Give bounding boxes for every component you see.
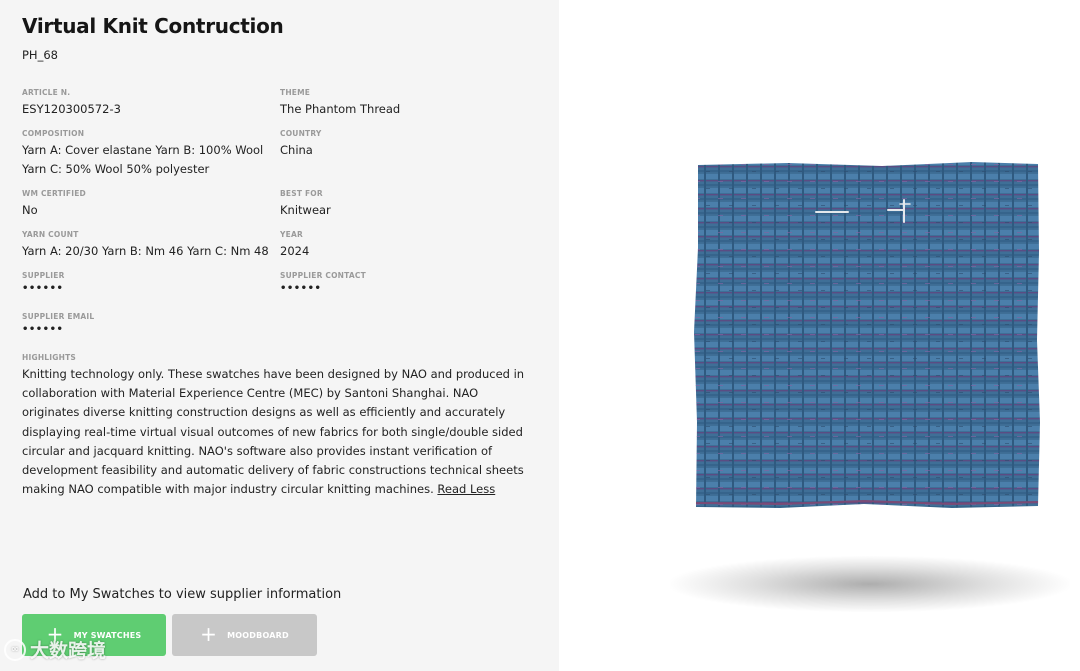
field-value: China	[280, 143, 313, 157]
highlights-body: Knitting technology only. These swatches…	[22, 367, 525, 497]
field-supplier: SUPPLIER ••••••	[22, 271, 65, 294]
field-label: YARN COUNT	[22, 230, 79, 239]
add-to-moodboard-button[interactable]: + MOODBOARD	[172, 614, 317, 656]
highlights-label: HIGHLIGHTS	[22, 353, 77, 362]
field-article: ARTICLE N. ESY120300572-3	[22, 88, 121, 119]
watermark: ∞ 大数跨境	[4, 636, 106, 663]
fabric-swatch-image	[694, 162, 1040, 508]
field-label: COUNTRY	[280, 129, 322, 138]
field-label: SUPPLIER EMAIL	[22, 312, 95, 321]
field-country: COUNTRY China	[280, 129, 322, 160]
field-theme: THEME The Phantom Thread	[280, 88, 400, 119]
supplier-info-prompt: Add to My Swatches to view supplier info…	[23, 587, 342, 602]
read-less-link[interactable]: Read Less	[437, 482, 495, 496]
swatch-shadow	[670, 556, 1070, 612]
field-label: COMPOSITION	[22, 129, 85, 138]
masked-value: ••••••	[280, 283, 322, 294]
field-year: YEAR 2024	[280, 230, 309, 261]
field-wm-certified: WM CERTIFIED No	[22, 189, 86, 220]
watermark-text: 大数跨境	[30, 640, 107, 662]
field-label: WM CERTIFIED	[22, 189, 86, 198]
masked-value: ••••••	[22, 324, 64, 335]
field-value: No	[22, 203, 38, 217]
field-value: Yarn A: Cover elastane Yarn B: 100% Wool…	[22, 143, 264, 176]
button-label: MOODBOARD	[227, 630, 289, 640]
field-composition: COMPOSITION Yarn A: Cover elastane Yarn …	[22, 129, 263, 179]
field-label: SUPPLIER CONTACT	[280, 271, 366, 280]
field-best-for: BEST FOR Knitwear	[280, 189, 331, 220]
masked-value: ••••••	[22, 283, 64, 294]
field-value: Yarn A: 20/30 Yarn B: Nm 46 Yarn C: Nm 4…	[22, 244, 269, 258]
product-details-panel: Virtual Knit Contruction PH_68 ARTICLE N…	[0, 0, 559, 671]
field-value: The Phantom Thread	[280, 102, 401, 116]
field-supplier-contact: SUPPLIER CONTACT ••••••	[280, 271, 366, 294]
field-value: ESY120300572-3	[22, 102, 121, 116]
plus-icon: +	[200, 622, 218, 646]
field-value: 2024	[280, 244, 310, 258]
field-label: YEAR	[280, 230, 303, 239]
product-title: Virtual Knit Contruction	[22, 14, 284, 38]
field-value: Knitwear	[280, 203, 331, 217]
highlights-text: Knitting technology only. These swatches…	[22, 365, 532, 499]
field-label: BEST FOR	[280, 189, 323, 198]
field-label: THEME	[280, 88, 311, 97]
field-label: SUPPLIER	[22, 271, 65, 280]
product-code: PH_68	[22, 48, 58, 62]
highlights-section: HIGHLIGHTS	[22, 353, 76, 363]
field-supplier-email: SUPPLIER EMAIL ••••••	[22, 312, 94, 335]
watermark-logo-icon: ∞	[4, 638, 26, 661]
field-label: ARTICLE N.	[22, 88, 71, 97]
field-yarn-count: YARN COUNT Yarn A: 20/30 Yarn B: Nm 46 Y…	[22, 230, 269, 261]
